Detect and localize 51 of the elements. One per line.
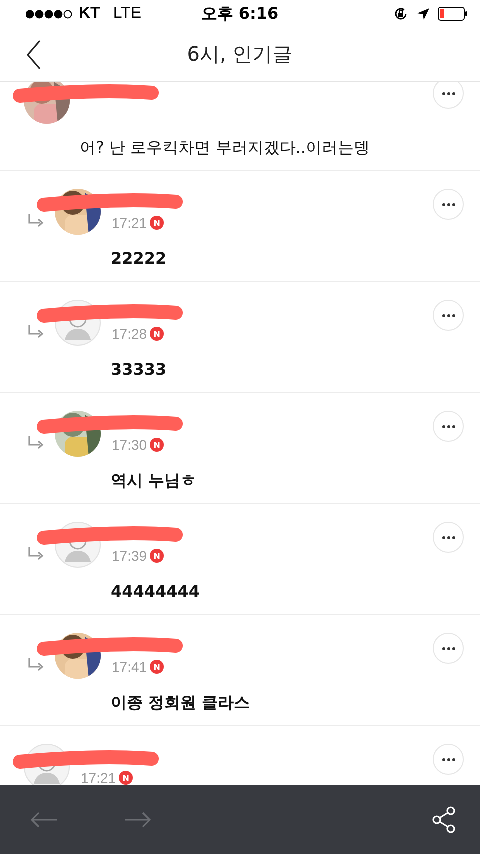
- reply-arrow-icon: [28, 547, 44, 561]
- back-arrow-icon[interactable]: [30, 812, 58, 828]
- back-icon[interactable]: [26, 40, 42, 70]
- location-arrow-icon: [417, 8, 430, 20]
- forward-arrow-icon[interactable]: [124, 812, 152, 828]
- carrier-name: KT: [79, 5, 100, 23]
- share-icon[interactable]: [432, 806, 456, 834]
- default-avatar-icon: [55, 522, 101, 568]
- new-badge: N: [150, 438, 164, 452]
- more-button[interactable]: [433, 189, 464, 220]
- more-button[interactable]: [433, 411, 464, 442]
- new-badge: N: [150, 327, 164, 341]
- status-time: 오후 6:16: [201, 4, 279, 24]
- ellipsis-icon: [442, 424, 456, 428]
- more-button[interactable]: [433, 633, 464, 664]
- battery-icon: [438, 7, 468, 21]
- ellipsis-icon: [442, 536, 456, 540]
- reply-arrow-icon: [28, 658, 44, 672]
- comment-text: 이종 정회원 클라스: [110, 693, 252, 714]
- comment-time: 17:30: [112, 437, 148, 453]
- comment-time: 17:41: [112, 659, 148, 675]
- rotation-lock-icon: [393, 6, 409, 22]
- signal-icon: [26, 10, 74, 18]
- comment-text: 어? 난 로우킥차면 부러지겠다..이러는뎅: [79, 138, 371, 159]
- comment-text: 22222: [110, 249, 168, 268]
- comment-time: 17:21: [81, 770, 116, 785]
- comment-time: 17:39: [112, 548, 148, 564]
- page-title: 6시, 인기글: [187, 41, 293, 68]
- network-type: LTE: [113, 5, 142, 23]
- comment-time: 17:21: [112, 215, 148, 231]
- more-button[interactable]: [433, 744, 464, 775]
- comment-text: 33333: [110, 360, 168, 379]
- new-badge: N: [150, 660, 164, 674]
- ellipsis-icon: [442, 202, 456, 206]
- ellipsis-icon: [442, 758, 456, 762]
- comment-text: 44444444: [110, 582, 202, 601]
- new-badge: N: [119, 771, 134, 785]
- more-button[interactable]: [433, 82, 464, 109]
- comment-text: 역시 누님ㅎ: [110, 471, 198, 492]
- more-button[interactable]: [433, 522, 464, 553]
- ellipsis-icon: [442, 314, 456, 318]
- new-badge: N: [150, 216, 164, 230]
- reply-arrow-icon: [28, 214, 44, 228]
- reply-arrow-icon: [28, 325, 44, 339]
- new-badge: N: [150, 549, 164, 563]
- comment-time: 17:28: [112, 326, 148, 342]
- default-avatar-icon: [55, 300, 101, 346]
- ellipsis-icon: [442, 92, 456, 96]
- reply-arrow-icon: [28, 436, 44, 450]
- ellipsis-icon: [442, 646, 456, 650]
- more-button[interactable]: [433, 300, 464, 331]
